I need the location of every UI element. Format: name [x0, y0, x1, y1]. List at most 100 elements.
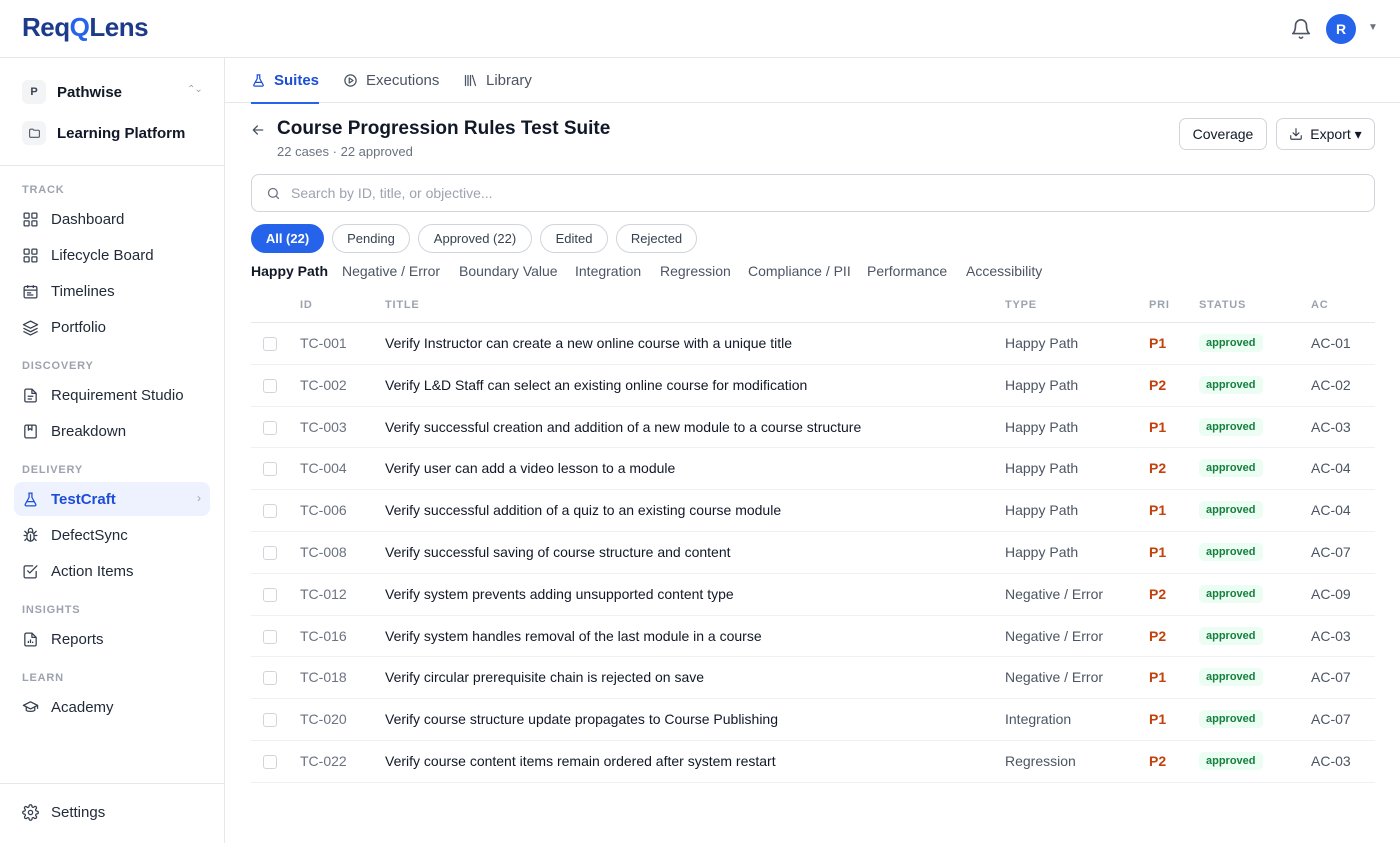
column-header-priority[interactable]: PRI — [1149, 299, 1170, 311]
row-title[interactable]: Verify Instructor can create a new onlin… — [385, 335, 792, 351]
category-boundary-value[interactable]: Boundary Value — [459, 263, 558, 279]
column-header-ac[interactable]: AC — [1311, 299, 1329, 311]
column-header-id[interactable]: ID — [300, 299, 313, 311]
row-checkbox[interactable] — [263, 545, 277, 560]
filter-chip-pending[interactable]: Pending — [332, 224, 410, 253]
row-title[interactable]: Verify successful addition of a quiz to … — [385, 502, 781, 518]
coverage-button[interactable]: Coverage — [1179, 118, 1267, 150]
table-row[interactable]: TC-001 Verify Instructor can create a new… — [251, 323, 1375, 365]
row-checkbox[interactable] — [263, 378, 277, 393]
sidebar-item-portfolio[interactable]: Portfolio — [14, 310, 210, 344]
chevron-right-icon: › — [197, 491, 201, 505]
table-row[interactable]: TC-002 Verify L&D Staff can select an exi… — [251, 365, 1375, 407]
sidebar-item-testcraft[interactable]: TestCraft › — [14, 482, 210, 516]
row-checkbox[interactable] — [263, 587, 277, 602]
project-switcher[interactable]: Learning Platform — [22, 119, 212, 147]
sidebar-item-lifecycle-board[interactable]: Lifecycle Board — [14, 238, 210, 272]
sidebar-item-requirement-studio[interactable]: Requirement Studio — [14, 378, 210, 412]
sidebar-item-academy[interactable]: Academy — [14, 690, 210, 724]
filter-chip-rejected[interactable]: Rejected — [616, 224, 697, 253]
search-box — [251, 174, 1375, 212]
row-type: Happy Path — [1005, 543, 1079, 560]
table-row[interactable]: TC-004 Verify user can add a video lesson… — [251, 448, 1375, 491]
row-title[interactable]: Verify successful saving of course struc… — [385, 544, 731, 560]
folder-icon — [22, 121, 46, 145]
row-checkbox[interactable] — [263, 713, 277, 728]
status-badge: approved — [1199, 459, 1263, 478]
search-input[interactable] — [291, 185, 1291, 201]
row-title[interactable]: Verify user can add a video lesson to a … — [385, 460, 675, 476]
table-body: TC-001 Verify Instructor can create a new… — [251, 323, 1375, 783]
sidebar-item-breakdown[interactable]: Breakdown — [14, 414, 210, 448]
column-header-type[interactable]: TYPE — [1005, 299, 1037, 311]
row-title[interactable]: Verify L&D Staff can select an existing … — [385, 377, 807, 393]
sidebar-item-settings[interactable]: Settings — [14, 795, 210, 829]
status-badge: approved — [1199, 501, 1263, 520]
org-switcher[interactable]: P Pathwise ⌃⌄ — [22, 78, 212, 106]
tab-library[interactable]: Library — [463, 58, 532, 103]
category-regression[interactable]: Regression — [660, 263, 731, 279]
export-button[interactable]: Export ▾ — [1276, 118, 1375, 150]
category-negative-error[interactable]: Negative / Error — [342, 263, 440, 279]
category-happy-path[interactable]: Happy Path — [251, 263, 328, 279]
row-title[interactable]: Verify system prevents adding unsupporte… — [385, 586, 734, 602]
column-header-status[interactable]: STATUS — [1199, 299, 1246, 311]
tab-executions[interactable]: Executions — [343, 58, 439, 103]
row-title[interactable]: Verify successful creation and addition … — [385, 419, 861, 435]
table-row[interactable]: TC-003 Verify successful creation and add… — [251, 407, 1375, 449]
category-accessibility[interactable]: Accessibility — [966, 263, 1042, 279]
category-integration[interactable]: Integration — [575, 263, 641, 279]
row-title[interactable]: Verify system handles removal of the las… — [385, 628, 762, 644]
row-type: Negative / Error — [1005, 627, 1104, 644]
table-row[interactable]: TC-006 Verify successful addition of a qu… — [251, 490, 1375, 532]
row-checkbox[interactable] — [263, 337, 277, 351]
library-icon — [464, 74, 477, 87]
row-ac: AC-03 — [1311, 752, 1351, 769]
category-compliance-pii[interactable]: Compliance / PII — [748, 263, 851, 279]
row-checkbox[interactable] — [263, 629, 277, 644]
chevron-down-icon[interactable]: ▼ — [1368, 22, 1378, 33]
filter-chip-approved[interactable]: Approved (22) — [418, 224, 532, 253]
top-bar: ReqQLens R ▼ — [0, 0, 1400, 58]
sidebar: P Pathwise ⌃⌄ Learning Platform TRACK Da… — [0, 58, 225, 843]
table-row[interactable]: TC-008 Verify successful saving of course… — [251, 532, 1375, 574]
section-delivery: DELIVERY — [22, 464, 84, 476]
category-performance[interactable]: Performance — [867, 263, 947, 279]
back-arrow-icon[interactable] — [250, 122, 266, 138]
filter-chip-all[interactable]: All (22) — [251, 224, 324, 253]
table-row[interactable]: TC-016 Verify system handles removal of t… — [251, 616, 1375, 658]
row-ac: AC-07 — [1311, 543, 1351, 560]
grid-icon — [23, 211, 38, 227]
row-title[interactable]: Verify course content items remain order… — [385, 753, 776, 769]
flask-icon — [253, 74, 264, 87]
bell-icon[interactable] — [1290, 18, 1312, 40]
sidebar-item-dashboard[interactable]: Dashboard — [14, 202, 210, 236]
status-badge: approved — [1199, 668, 1263, 687]
table-row[interactable]: TC-022 Verify course content items remain… — [251, 741, 1375, 783]
row-checkbox[interactable] — [263, 420, 277, 435]
filter-chip-edited[interactable]: Edited — [540, 224, 608, 253]
row-title[interactable]: Verify circular prerequisite chain is re… — [385, 669, 704, 685]
status-badge: approved — [1199, 584, 1263, 603]
tab-suites[interactable]: Suites — [251, 58, 320, 104]
row-title[interactable]: Verify course structure update propagate… — [385, 711, 778, 727]
table-row[interactable]: TC-012 Verify system prevents adding unsu… — [251, 574, 1375, 616]
row-type: Happy Path — [1005, 418, 1079, 435]
sidebar-item-reports[interactable]: Reports — [14, 622, 210, 656]
sidebar-item-timelines[interactable]: Timelines — [14, 274, 210, 308]
download-icon — [1290, 128, 1303, 140]
table-row[interactable]: TC-020 Verify course structure update pro… — [251, 699, 1375, 741]
row-type: Happy Path — [1005, 376, 1079, 393]
row-checkbox[interactable] — [263, 504, 277, 519]
row-checkbox[interactable] — [263, 462, 277, 477]
row-checkbox[interactable] — [263, 754, 277, 769]
row-type: Integration — [1005, 711, 1072, 728]
sidebar-item-action-items[interactable]: Action Items — [14, 554, 210, 588]
user-avatar[interactable]: R — [1326, 14, 1356, 44]
sidebar-item-defectsync[interactable]: DefectSync — [14, 518, 210, 552]
row-priority: P1 — [1149, 543, 1167, 560]
app-logo[interactable]: ReqQLens — [22, 12, 149, 43]
column-header-title[interactable]: TITLE — [385, 299, 420, 311]
row-checkbox[interactable] — [263, 671, 277, 686]
table-row[interactable]: TC-018 Verify circular prerequisite chain… — [251, 657, 1375, 700]
